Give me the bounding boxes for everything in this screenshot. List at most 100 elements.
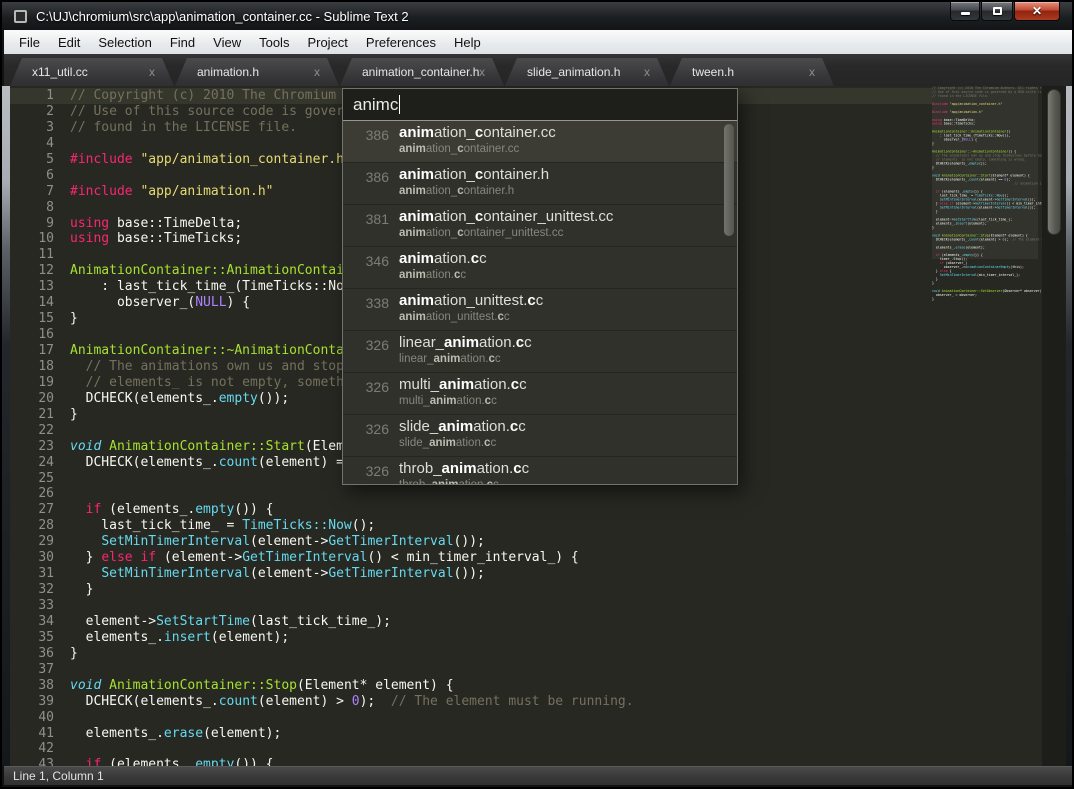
match-score: 381 [355,208,389,246]
goto-result-item[interactable]: 326multi_animation.ccmulti_animation.cc [343,373,737,415]
close-button[interactable]: ✕ [1014,2,1060,21]
result-filepath: animation.cc [399,269,487,281]
window-border-right [1066,86,1074,766]
line-number: 20 [10,391,54,407]
code-line[interactable]: 43 if (elements_.empty()) { [10,757,932,766]
minimize-button[interactable] [950,2,980,21]
status-bar: Line 1, Column 1 [4,766,1074,785]
line-number: 5 [10,152,54,168]
menu-item-help[interactable]: Help [445,32,490,53]
tab-slide_animation.h[interactable]: slide_animation.hx [505,58,669,86]
tab-x11_util.cc[interactable]: x11_util.ccx [10,58,174,86]
scrollbar-thumb[interactable] [1047,89,1061,235]
line-number: 15 [10,311,54,327]
tab-tween.h[interactable]: tween.hx [670,58,834,86]
code-line[interactable]: 31 SetMinTimerInterval(element->GetTimer… [10,566,932,582]
line-number: 4 [10,136,54,152]
minimap-viewport[interactable] [932,87,1038,259]
code-line[interactable]: 41 elements_.erase(element); [10,726,932,742]
line-number: 21 [10,407,54,423]
code-line[interactable]: 27 if (elements_.empty()) { [10,502,932,518]
line-number: 23 [10,439,54,455]
tab-close-icon[interactable]: x [809,65,834,79]
line-number: 18 [10,359,54,375]
goto-results-list: 386 animation_container.cc animation_conta… [343,121,737,485]
code-line[interactable]: 36} [10,646,932,662]
goto-search-input[interactable]: animc [343,89,737,121]
goto-scrollbar-thumb[interactable] [724,124,734,236]
result-filename: animation.cc [399,250,487,267]
code-line[interactable]: 37 [10,662,932,678]
result-filename: animation_container_unittest.cc [399,208,613,225]
match-score: 326 [355,376,389,414]
title-bar[interactable]: C:\UJ\chromium\src\app\animation_contain… [2,2,1072,30]
match-score: 386 [355,166,389,204]
tab-close-icon[interactable]: x [644,65,669,79]
line-number: 8 [10,200,54,216]
goto-result-item[interactable]: 346animation.ccanimation.cc [343,247,737,289]
code-line[interactable]: 40 [10,710,932,726]
line-number: 25 [10,471,54,487]
line-number: 14 [10,295,54,311]
code-line[interactable]: 42 [10,741,932,757]
vertical-scrollbar[interactable] [1042,86,1066,766]
cursor-position-status: Line 1, Column 1 [13,769,104,783]
tab-close-icon[interactable]: x [479,65,504,79]
code-line[interactable]: 38void AnimationContainer::Stop(Element*… [10,678,932,694]
match-score: 326 [355,334,389,372]
line-number: 13 [10,279,54,295]
menu-item-selection[interactable]: Selection [89,32,160,53]
app-icon [14,10,27,23]
menu-item-view[interactable]: View [204,32,250,53]
code-line[interactable]: 35 elements_.insert(element); [10,630,932,646]
goto-result-item[interactable]: 326slide_animation.ccslide_animation.cc [343,415,737,457]
line-number: 17 [10,343,54,359]
code-line[interactable]: 26 [10,486,932,502]
line-number: 3 [10,120,54,136]
line-number: 31 [10,566,54,582]
tab-close-icon[interactable]: x [314,65,339,79]
code-line[interactable]: 29 SetMinTimerInterval(element->GetTimer… [10,534,932,550]
code-line[interactable]: 34 element->SetStartTime(last_tick_time_… [10,614,932,630]
tab-label: tween.h [670,65,809,79]
result-filepath: animation_container.h [399,185,549,197]
restore-button[interactable] [981,2,1013,21]
goto-result-item[interactable]: 386 animation_container.h animation_contai… [343,163,737,205]
line-number: 33 [10,598,54,614]
minimap[interactable]: // Copyright (c) 2010 The Chromium Autho… [932,86,1042,766]
line-number: 29 [10,534,54,550]
line-number: 42 [10,741,54,757]
goto-result-item[interactable]: 326throb_animation.ccthrob_animation.cc [343,457,737,485]
menu-item-file[interactable]: File [10,32,49,53]
line-number: 38 [10,678,54,694]
result-filename: animation_container.h [399,166,549,183]
code-line[interactable]: 30 } else if (element->GetTimerInterval(… [10,550,932,566]
menu-item-edit[interactable]: Edit [49,32,89,53]
menu-item-find[interactable]: Find [161,32,204,53]
menu-item-tools[interactable]: Tools [250,32,298,53]
menu-bar: FileEditSelectionFindViewToolsProjectPre… [4,30,1074,54]
code-line[interactable]: 33 [10,598,932,614]
menu-item-project[interactable]: Project [298,32,356,53]
code-line[interactable]: 39 DCHECK(elements_.count(element) > 0);… [10,694,932,710]
tab-close-icon[interactable]: x [149,65,174,79]
tab-animation_container.h[interactable]: animation_container.hx [340,58,504,86]
code-line[interactable]: 28 last_tick_time_ = TimeTicks::Now(); [10,518,932,534]
result-filename: linear_animation.cc [399,334,532,351]
goto-query-text: animc [353,95,398,115]
goto-result-item[interactable]: 386animation_container.ccanimation_conta… [343,121,737,163]
menu-item-preferences[interactable]: Preferences [357,32,445,53]
goto-result-item[interactable]: 381animation_container_unittest.ccanimat… [343,205,737,247]
result-filepath: animation_unittest.cc [399,311,543,323]
code-line[interactable]: 32 } [10,582,932,598]
goto-anything-panel: animc 386 animation_container.cc animation… [342,88,738,485]
line-number: 32 [10,582,54,598]
goto-result-item[interactable]: 338animation_unittest.ccanimation_unitte… [343,289,737,331]
result-filepath: animation_container.cc [399,143,556,155]
goto-result-item[interactable]: 326linear_animation.cclinear_animation.c… [343,331,737,373]
line-number: 24 [10,455,54,471]
editor-area: 1// Copyright (c) 2010 The Chromium Auth… [2,86,1074,766]
line-number: 36 [10,646,54,662]
tab-animation.h[interactable]: animation.hx [175,58,339,86]
result-filename: throb_animation.cc [399,460,529,477]
